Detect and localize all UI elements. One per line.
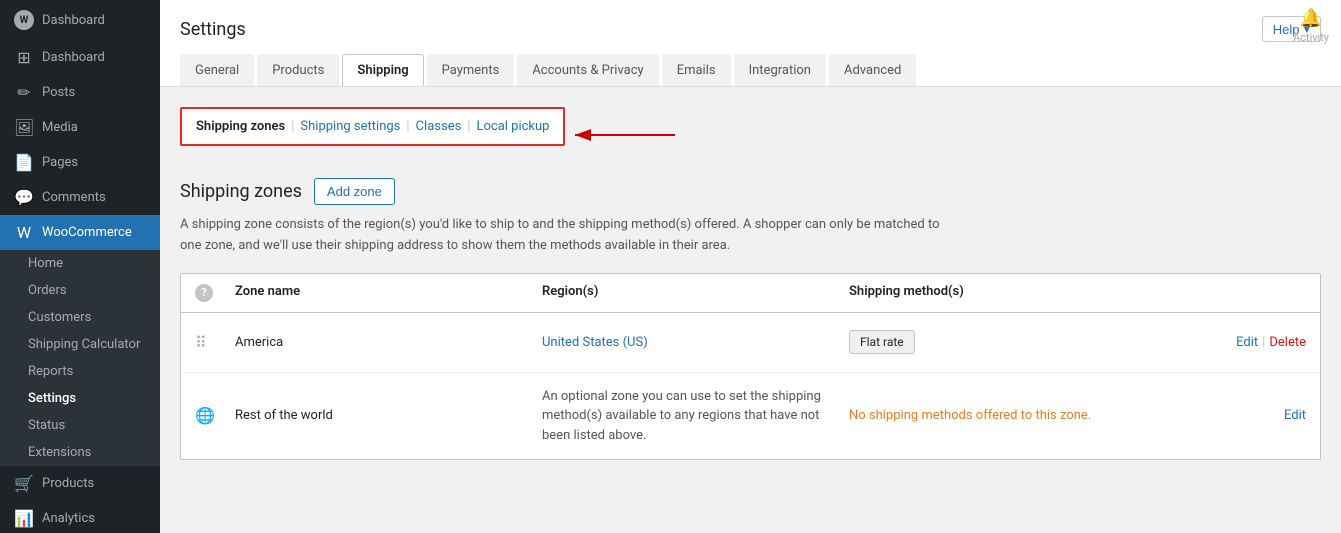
th-zone-name: Zone name: [235, 284, 542, 302]
add-zone-button[interactable]: Add zone: [314, 178, 395, 205]
dashboard-icon: ⊞: [14, 48, 34, 67]
row-actions-america: Edit | Delete: [1156, 335, 1306, 350]
edit-america-link[interactable]: Edit: [1236, 335, 1258, 350]
shipping-method-flat-rate: Flat rate: [849, 330, 915, 354]
extensions-label: Extensions: [28, 445, 91, 460]
activity-icon: 🔔: [1300, 8, 1322, 29]
delete-america-link[interactable]: Delete: [1269, 335, 1306, 350]
activity-button[interactable]: 🔔 Activity: [1293, 8, 1329, 44]
subnav-shipping-settings[interactable]: Shipping settings: [300, 119, 400, 134]
subnav-classes[interactable]: Classes: [416, 119, 462, 134]
products-icon: 🛒: [14, 474, 34, 493]
tab-emails[interactable]: Emails: [662, 54, 731, 86]
help-circle-icon[interactable]: ?: [195, 284, 213, 302]
no-methods-label: No shipping methods offered to this zone…: [849, 408, 1091, 423]
tab-payments[interactable]: Payments: [427, 54, 515, 86]
analytics-icon: 📊: [14, 509, 34, 528]
tab-products[interactable]: Products: [257, 54, 339, 86]
section-title: Shipping zones: [180, 181, 302, 202]
th-help: ?: [195, 284, 235, 302]
table-row: ⠿ America United States (US) Flat rate E…: [181, 313, 1320, 373]
customers-label: Customers: [28, 310, 91, 325]
sidebar-item-customers[interactable]: Customers: [0, 304, 160, 331]
drag-handle-america[interactable]: ⠿: [195, 333, 235, 352]
region-america[interactable]: United States (US): [542, 335, 648, 350]
main-content: 🔔 Activity Settings Help ▾ General Produ…: [160, 0, 1341, 533]
tab-general[interactable]: General: [180, 54, 254, 86]
sidebar-item-posts[interactable]: ✏ Posts: [0, 75, 160, 110]
woocommerce-submenu: Home Orders Customers Shipping Calculato…: [0, 250, 160, 466]
sidebar-item-pages[interactable]: 📄 Pages: [0, 145, 160, 180]
status-label: Status: [28, 418, 65, 433]
sidebar-item-dashboard[interactable]: ⊞ Dashboard: [0, 40, 160, 75]
shipping-zones-table: ? Zone name Region(s) Shipping method(s)…: [180, 273, 1321, 461]
wp-logo-icon: W: [14, 10, 34, 30]
zone-name-rest: Rest of the world: [235, 408, 542, 423]
edit-rest-link[interactable]: Edit: [1284, 408, 1306, 423]
sidebar-item-comments-label: Comments: [42, 190, 106, 205]
sidebar-item-products[interactable]: 🛒 Products: [0, 466, 160, 501]
table-row: 🌐 Rest of the world An optional zone you…: [181, 373, 1320, 460]
sidebar-item-orders[interactable]: Orders: [0, 277, 160, 304]
settings-label: Settings: [28, 391, 76, 406]
tab-integration[interactable]: Integration: [734, 54, 826, 86]
orders-label: Orders: [28, 283, 67, 298]
sidebar-item-media[interactable]: 🖼 Media: [0, 110, 160, 145]
shipping-zones-description: A shipping zone consists of the region(s…: [180, 215, 940, 257]
sidebar-item-media-label: Media: [42, 120, 78, 135]
arrow-annotation: [565, 120, 685, 150]
sidebar-item-settings[interactable]: Settings: [0, 385, 160, 412]
page-title-row: Settings Help ▾: [180, 16, 1321, 42]
sidebar-item-woocommerce-label: WooCommerce: [42, 225, 132, 240]
shipping-calc-label: Shipping Calculator: [28, 337, 140, 352]
posts-icon: ✏: [14, 83, 34, 102]
sidebar-item-analytics[interactable]: 📊 Analytics: [0, 501, 160, 533]
woocommerce-icon: W: [14, 223, 34, 242]
sidebar-logo[interactable]: W Dashboard: [0, 0, 160, 40]
home-label: Home: [28, 256, 63, 271]
section-title-row: Shipping zones Add zone: [180, 178, 1321, 205]
sidebar-item-posts-label: Posts: [42, 85, 75, 100]
row-actions-rest: Edit: [1156, 408, 1306, 423]
tab-shipping[interactable]: Shipping: [342, 54, 423, 86]
sidebar-item-reports[interactable]: Reports: [0, 358, 160, 385]
zone-name-america: America: [235, 335, 542, 350]
sidebar-item-comments[interactable]: 💬 Comments: [0, 180, 160, 215]
settings-content: Shipping zones | Shipping settings | Cla…: [160, 87, 1341, 533]
sidebar-item-home[interactable]: Home: [0, 250, 160, 277]
pages-icon: 📄: [14, 153, 34, 172]
sidebar-item-analytics-label: Analytics: [42, 511, 95, 526]
sidebar-item-status[interactable]: Status: [0, 412, 160, 439]
subnav-shipping-zones[interactable]: Shipping zones: [196, 119, 285, 134]
media-icon: 🖼: [14, 118, 34, 137]
shipping-subnav: Shipping zones | Shipping settings | Cla…: [180, 107, 565, 146]
rest-of-world-description: An optional zone you can use to set the …: [542, 387, 849, 446]
sidebar-logo-label: Dashboard: [42, 13, 105, 28]
page-title: Settings: [180, 19, 246, 40]
sidebar-item-pages-label: Pages: [42, 155, 78, 170]
th-shipping-methods: Shipping method(s): [849, 284, 1156, 302]
th-actions: [1156, 284, 1306, 302]
settings-header: Settings Help ▾ General Products Shippin…: [160, 0, 1341, 87]
table-header: ? Zone name Region(s) Shipping method(s): [181, 274, 1320, 313]
tab-accounts-privacy[interactable]: Accounts & Privacy: [517, 54, 658, 86]
top-bar: 🔔 Activity: [1281, 0, 1341, 56]
sidebar: W Dashboard ⊞ Dashboard ✏ Posts 🖼 Media …: [0, 0, 160, 533]
sidebar-item-dashboard-label: Dashboard: [42, 50, 105, 65]
settings-nav-tabs: General Products Shipping Payments Accou…: [180, 54, 1321, 86]
th-regions: Region(s): [542, 284, 849, 302]
tab-advanced[interactable]: Advanced: [829, 54, 916, 86]
activity-label: Activity: [1293, 31, 1329, 44]
comments-icon: 💬: [14, 188, 34, 207]
subnav-local-pickup[interactable]: Local pickup: [476, 119, 549, 134]
sidebar-item-products-label: Products: [42, 476, 94, 491]
sidebar-item-extensions[interactable]: Extensions: [0, 439, 160, 466]
reports-label: Reports: [28, 364, 73, 379]
sidebar-item-shipping-calculator[interactable]: Shipping Calculator: [0, 331, 160, 358]
world-icon: 🌐: [195, 406, 235, 425]
sidebar-item-woocommerce[interactable]: W WooCommerce: [0, 215, 160, 250]
